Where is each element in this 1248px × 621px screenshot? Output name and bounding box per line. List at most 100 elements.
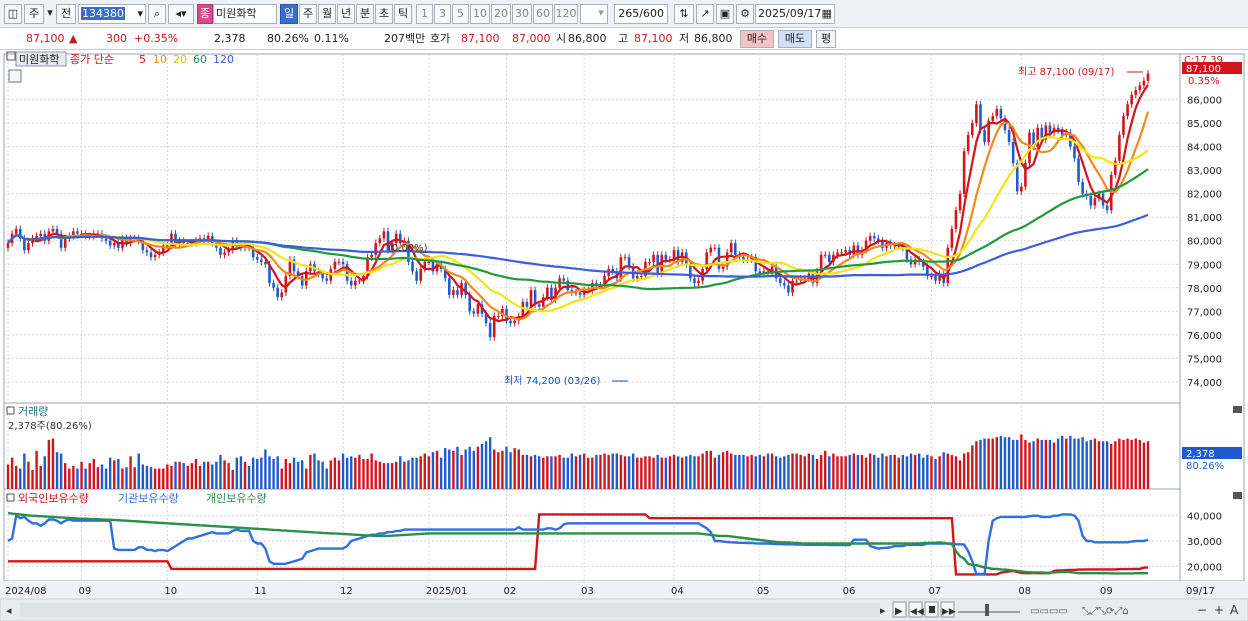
time-tick-label: 06 (843, 586, 856, 597)
zoom-in-icon[interactable]: + (1214, 603, 1224, 617)
volume-bar (333, 457, 337, 489)
stock-code-input[interactable]: 134380 ▾ (78, 4, 146, 24)
interval-5[interactable]: 5 (452, 4, 469, 24)
volume-bar (893, 454, 896, 489)
period-select[interactable]: 주 (24, 4, 44, 24)
interval-60[interactable]: 60 (533, 4, 553, 24)
volume-bar (476, 446, 480, 489)
window-menu-icon[interactable]: ◫ (4, 4, 22, 24)
gear-icon[interactable]: ⚙ (736, 4, 754, 24)
price-tick-label: 82,000 (1187, 190, 1222, 201)
interval-1[interactable]: 1 (416, 4, 433, 24)
sell-button[interactable]: 매도 (778, 30, 812, 48)
volume-bar (456, 446, 459, 489)
volume-bar (186, 465, 189, 489)
volume-bar (399, 456, 402, 489)
volume-bar (1146, 441, 1150, 489)
interval-120[interactable]: 120 (554, 4, 578, 24)
candle-body (300, 276, 304, 286)
volume-bar (80, 461, 83, 489)
interval-dropdown-icon[interactable]: ▾ (594, 4, 608, 24)
volume-legend: 거래량 (18, 405, 48, 418)
count-field[interactable]: 265/600 (614, 4, 668, 24)
volume-bar (770, 453, 774, 489)
eval-button[interactable]: 평 (816, 30, 836, 48)
candle-body (983, 130, 986, 142)
volume-bar (750, 454, 753, 489)
candle-body (76, 231, 79, 234)
volume-bar (419, 456, 422, 489)
interval-10[interactable]: 10 (470, 4, 490, 24)
tab-minute[interactable]: 분 (356, 4, 374, 24)
layout-icons[interactable]: ▭▭▭▭ (1030, 606, 1068, 617)
volume-bar (1138, 439, 1142, 489)
chart-type-icon[interactable]: ⇅ (674, 4, 694, 24)
mid-annotation: (0.00%) (388, 243, 428, 254)
candle-body (1007, 130, 1011, 142)
candle-body (472, 311, 476, 314)
candle-body (946, 247, 950, 284)
candle-body (513, 320, 516, 324)
tab-year[interactable]: 년 (337, 4, 355, 24)
holdings-close-icon[interactable] (1233, 492, 1242, 499)
prev-select[interactable]: 전 (56, 4, 76, 24)
volume-close-icon[interactable] (1233, 406, 1242, 413)
volume-bar (815, 459, 819, 489)
volume-bar (946, 453, 949, 489)
tab-tick[interactable]: 틱 (394, 4, 412, 24)
volume-bar (917, 453, 921, 489)
volume-bar (828, 456, 831, 489)
candle-body (6, 243, 10, 248)
volume-bar (439, 457, 443, 489)
candle-body (934, 276, 937, 281)
candle-body (623, 257, 627, 259)
volume-bar (967, 452, 970, 489)
scroll-right-icon[interactable]: ▸ (880, 604, 886, 617)
volume-bar (603, 453, 606, 489)
tab-day[interactable]: 일 (280, 4, 298, 24)
volume-bar (574, 456, 578, 489)
volume-bar (64, 463, 67, 489)
interval-30[interactable]: 30 (512, 4, 532, 24)
scroll-track[interactable] (20, 603, 880, 617)
candle-body (697, 280, 700, 284)
font-size-icon[interactable]: A (1230, 603, 1239, 617)
draw-tool-icon[interactable]: ↗ (696, 4, 714, 24)
tool-icons[interactable]: ⤡⤢⤡⟳⤢⌂ (1082, 606, 1129, 617)
save-icon[interactable]: ▣ (716, 4, 734, 24)
tab-second[interactable]: 초 (375, 4, 393, 24)
volume-bar (345, 457, 349, 489)
volume-bar (930, 456, 933, 489)
speaker-icon[interactable]: ◂▾ (168, 4, 194, 24)
volume-bar (783, 456, 786, 489)
candle-body (693, 278, 696, 284)
zoom-out-icon[interactable]: − (1197, 603, 1207, 617)
tab-month[interactable]: 월 (318, 4, 336, 24)
stock-name-field[interactable]: 미원화학 (213, 4, 277, 24)
interval-20[interactable]: 20 (491, 4, 511, 24)
time-tick-label: 03 (581, 586, 594, 597)
search-icon[interactable]: ⌕ (148, 4, 166, 24)
candle-body (1118, 134, 1121, 161)
scroll-left-icon[interactable]: ◂ (6, 604, 12, 617)
volume-bar (198, 465, 202, 489)
calculator-icon[interactable] (8, 69, 22, 83)
buy-button[interactable]: 매수 (740, 30, 774, 48)
volume-bar (619, 454, 623, 489)
volume-bar (550, 456, 553, 489)
volume-bar (444, 448, 447, 489)
zoom-slider-handle[interactable] (985, 604, 989, 616)
interval-3[interactable]: 3 (434, 4, 451, 24)
volume-bar (354, 457, 357, 489)
volume-bar (235, 457, 239, 489)
code-dropdown-icon[interactable]: ▾ (137, 5, 145, 23)
period-dropdown-icon[interactable]: ▾ (46, 4, 54, 24)
candle-body (145, 250, 149, 253)
date-field[interactable]: 2025/09/17 ▦ (755, 4, 835, 24)
tab-week[interactable]: 주 (299, 4, 317, 24)
calendar-icon[interactable]: ▦ (822, 5, 834, 23)
candle-body (337, 261, 341, 263)
volume-bar (162, 468, 165, 489)
volume-bar (488, 437, 492, 489)
candle-body (276, 287, 279, 298)
